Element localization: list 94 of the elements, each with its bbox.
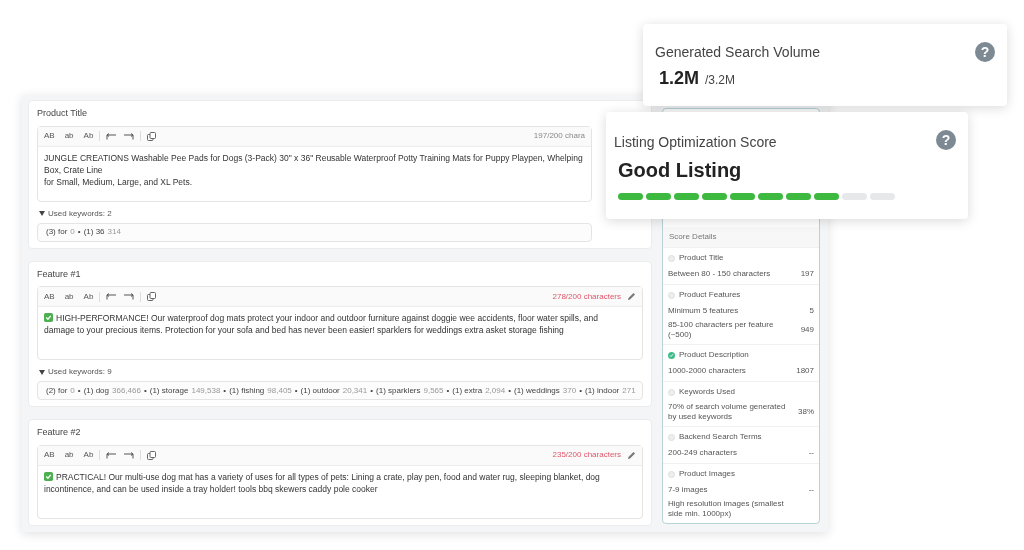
separator: • [143,384,147,397]
criterion-name: Keywords Used [679,386,736,398]
separator: • [579,384,582,397]
case-button[interactable]: AB [44,290,55,303]
criterion-value: -- [808,484,814,496]
case-button[interactable]: Ab [83,130,94,142]
used-keywords-toggle[interactable]: Used keywords: 2 [48,207,112,220]
case-button[interactable]: Ab [83,449,94,461]
keyword: (1) storage [149,384,189,397]
criterion-text: 70% of search volume generated by used keywords [668,402,786,422]
text-area[interactable]: JUNGLE CREATIONS Washable Pee Pads for Dogs (3-Pack) 30" x 36" Reusable Waterproof Potty Training Mats for Puppy Playpen, Whelping Box, Crate Line for Small, Medium, Large, and XL Pets. [38,146,591,201]
separator: • [77,384,81,397]
text-line: PRACTICAL! Our multi-use dog mat has a variety of uses for all types of pets: Lining a crate, play pen, food and water rug, sleeping blanket, dog incontinence, and can be used inside a tray holder! tools bbq skewers caddy pole cooker [44,470,601,495]
keyword: (1) extra [452,384,483,397]
keyword: (1) sparklers [376,384,421,397]
case-button[interactable]: ab [64,449,74,461]
character-count: 197/200 chara [533,130,585,142]
criterion-text: 1000-2000 characters [668,366,747,376]
caret-icon[interactable] [39,369,45,375]
criterion-value: 197 [800,268,814,280]
case-button[interactable]: ab [64,130,74,142]
pencil-icon[interactable] [627,292,636,301]
score-details-title: Score Details [663,227,819,247]
separator: • [370,384,374,397]
section-label: Feature #1 [37,267,82,281]
keyword: (2) for [46,384,68,397]
undo-icon[interactable] [106,451,118,459]
keyword: (3) for [46,226,68,238]
criterion-value: 5 [809,305,814,317]
case-button[interactable]: Ab [83,290,94,303]
redo-icon[interactable] [123,132,135,140]
keyword: (1) indoor [585,384,620,397]
keyword-volume: 9,565 [423,384,444,397]
criterion-text: 200-249 characters [668,448,738,458]
volume-total: /3.2M [705,72,736,89]
text-line: for Small, Medium, Large, and XL Pets. [44,175,194,188]
keyword-volume: 0 [70,226,75,238]
text-line: HIGH-PERFORMANCE! Our waterproof dog mats protect your indoor and outdoor furniture against doggie wee accidents, floor water spills, and damage to your precious items. Protection for your sofa and bed has never been easier! sparklers for weddings extra asket storage fishing [44,312,599,336]
copy-icon[interactable] [147,292,157,301]
help-icon[interactable]: ? [975,42,995,62]
criterion-value: -- [808,447,814,459]
keyword: (1) fishing [229,384,265,397]
used-keywords-toggle[interactable]: Used keywords: 9 [48,366,112,378]
criterion-text: High resolution images (smallest side min. 1000px) [668,499,785,519]
criterion-name: Product Description [679,349,749,361]
character-count: 235/200 characters [552,449,621,461]
criterion-text: 85-100 characters per feature (~500) [668,320,775,340]
redo-icon[interactable] [123,293,135,300]
keyword: (1) 36 [83,226,105,238]
pencil-icon[interactable] [627,450,636,460]
keyword-volume: 98,405 [267,384,292,397]
criterion-text: Minimum 5 features [668,306,740,316]
keyword-volume: 271 [622,384,636,397]
keyword: (1) outdoor [300,384,340,397]
separator: • [294,384,298,397]
keyword-volume: 314 [107,226,121,238]
case-button[interactable]: ab [64,290,74,303]
score-rating: Good Listing [617,158,743,183]
separator: • [223,384,227,397]
keyword-volume: 2,094 [485,384,506,397]
criterion-name: Backend Search Terms [679,431,762,443]
criterion-text: Between 80 - 150 characters [668,269,772,279]
character-count: 278/200 characters [552,290,621,303]
section-label: Product Title [37,107,89,120]
case-button[interactable]: AB [44,449,55,461]
keyword: (1) dog [83,384,109,397]
criterion-name: Product Images [679,468,736,480]
criterion-name: Product Title [679,252,724,264]
keyword-volume: 149,538 [191,384,221,397]
keyword-volume: 366,466 [112,384,141,397]
copy-icon[interactable] [147,450,157,460]
keyword-volume: 20,341 [342,384,368,397]
volume-value: 1.2M [659,67,700,90]
separator: • [446,384,450,397]
keyword-volume: 370 [562,384,577,397]
redo-icon[interactable] [123,451,135,459]
criterion-value: 949 [800,324,814,336]
copy-icon[interactable] [147,131,157,141]
keyword-volume: 0 [70,384,75,397]
help-icon[interactable]: ? [936,130,956,150]
criterion-value: 1807 [796,365,814,377]
criterion-text: 7-9 images [668,485,709,495]
keyword: (1) weddings [514,384,560,397]
undo-icon[interactable] [106,132,118,140]
undo-icon[interactable] [106,293,118,300]
card-title: Generated Search Volume [655,43,820,62]
separator: • [77,226,81,238]
criterion-name: Product Features [679,289,741,301]
caret-icon[interactable] [39,211,45,216]
section-label: Feature #2 [37,426,82,439]
separator: • [508,384,511,397]
card-title: Listing Optimization Score [614,133,777,152]
case-button[interactable]: AB [44,130,55,142]
criterion-value: 38% [798,406,814,418]
